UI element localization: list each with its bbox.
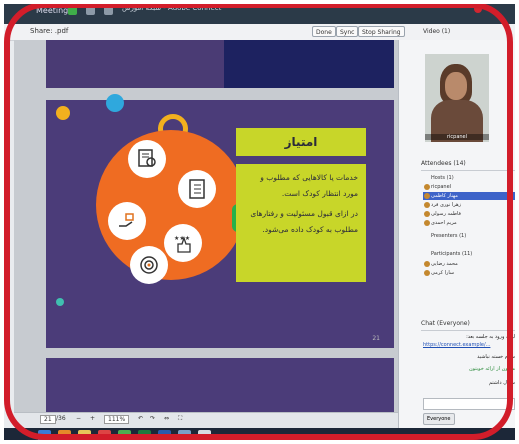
- rotate-right-icon[interactable]: ↷: [150, 415, 155, 422]
- chat-message: سلام خسته نباشید: [477, 354, 515, 360]
- close-window-icon[interactable]: [474, 5, 482, 13]
- app-window: Meeting شبکه آموزش - Adobe Connect Share…: [0, 0, 519, 444]
- right-panel: ricpanel Attendees (14) Hosts (1) ricpan…: [398, 40, 519, 428]
- page-number-field[interactable]: 21: [40, 415, 56, 424]
- previous-slide-fragment: [46, 40, 394, 88]
- decor-dot-teal: [56, 298, 64, 306]
- hosts-group[interactable]: Hosts (1): [423, 174, 515, 182]
- os-taskbar: [0, 428, 519, 444]
- fullscreen-icon[interactable]: ⛶: [178, 415, 182, 423]
- zoom-out-icon[interactable]: −: [76, 415, 81, 422]
- camera-icon[interactable]: [86, 6, 95, 15]
- browser-icon[interactable]: [58, 430, 71, 442]
- attendee-row[interactable]: مهناز کاظمی: [423, 192, 515, 200]
- slide-bullet-1: خدمات یا کالاهایی که مطلوب و مورد انتظار…: [260, 173, 358, 198]
- video-pod: ricpanel: [425, 54, 489, 142]
- presenters-group[interactable]: Presenters (1): [423, 232, 515, 240]
- sync-button[interactable]: Sync: [336, 26, 359, 37]
- chat-message: ممنون از ارائه خوبتون: [469, 366, 515, 372]
- app-titlebar: Meeting شبکه آموزش - Adobe Connect: [0, 0, 519, 24]
- shared-file-name: Share: .pdf: [30, 27, 69, 35]
- user-icon: [424, 202, 430, 208]
- checklist-icon: [178, 170, 216, 208]
- excel-icon[interactable]: [138, 430, 151, 442]
- chat-message: لینک ورود به جلسه بعد:: [466, 334, 515, 340]
- attendee-row[interactable]: مریم احمدی: [423, 219, 515, 227]
- decor-dot-cyan: [106, 94, 124, 112]
- share-toolbar: Share: .pdf Done Sync Stop Sharing Video…: [0, 24, 519, 41]
- presenter-face: [445, 72, 467, 100]
- rating-thumbs-up-icon: ★★★: [164, 224, 202, 262]
- zoom-level[interactable]: 111%: [104, 415, 130, 424]
- share-pod: ★★★ امتیاز خدمات یا کالاهایی که مطلوب و …: [14, 40, 398, 412]
- user-icon: [424, 184, 430, 190]
- target-icon: [130, 246, 168, 284]
- participants-group[interactable]: Participants (11): [423, 250, 515, 258]
- slide-page-number: 21: [372, 335, 380, 342]
- decor-dot-yellow: [56, 106, 70, 120]
- chat-header: Chat (Everyone): [421, 320, 517, 331]
- current-slide: ★★★ امتیاز خدمات یا کالاهایی که مطلوب و …: [46, 94, 394, 348]
- stop-sharing-button[interactable]: Stop Sharing: [358, 26, 405, 37]
- meeting-menu[interactable]: Meeting: [36, 6, 68, 15]
- chat-link[interactable]: https://connect.example/...: [423, 342, 515, 349]
- next-slide-fragment: [46, 358, 394, 412]
- svg-text:★★★: ★★★: [174, 235, 190, 242]
- user-icon: [424, 211, 430, 217]
- status-icon[interactable]: [104, 6, 113, 15]
- media-icon[interactable]: [98, 430, 111, 442]
- slide-bullet-2: در ازای قبول مسئولیت و رفتارهای مطلوب به…: [250, 209, 358, 234]
- user-icon: [424, 261, 430, 267]
- attendee-name: محمد رضایی: [431, 261, 458, 267]
- attendee-name: سارا کرمی: [431, 270, 455, 276]
- user-icon: [424, 193, 430, 199]
- attendee-row[interactable]: فاطمه رسولی: [423, 210, 515, 218]
- attendee-name: مریم احمدی: [431, 220, 457, 226]
- chat-message: سوال داشتم: [488, 380, 515, 386]
- video-pod-title: Video (1): [423, 28, 451, 35]
- host-row[interactable]: ricpanel: [423, 183, 515, 191]
- mic-icon[interactable]: [68, 6, 77, 15]
- certificate-icon: [128, 140, 166, 178]
- chat-send-to-button[interactable]: Everyone: [423, 413, 455, 425]
- app-icon[interactable]: [178, 430, 191, 442]
- connect-icon[interactable]: [198, 430, 211, 442]
- chrome-icon[interactable]: [118, 430, 131, 442]
- user-icon: [424, 270, 430, 276]
- page-total: /36: [56, 415, 66, 422]
- folder-icon[interactable]: [78, 430, 91, 442]
- start-icon[interactable]: [38, 430, 51, 442]
- host-name: ricpanel: [431, 184, 452, 190]
- user-icon: [424, 220, 430, 226]
- attendee-row[interactable]: سارا کرمی: [423, 269, 515, 277]
- hand-gift-icon: [108, 202, 146, 240]
- slide-title: امتیاز: [236, 128, 366, 156]
- attendee-name: زهرا نوری فرد: [431, 202, 462, 208]
- zoom-in-icon[interactable]: +: [90, 415, 95, 422]
- slide-content: خدمات یا کالاهایی که مطلوب و مورد انتظار…: [236, 164, 366, 282]
- attendee-row[interactable]: محمد رضایی: [423, 260, 515, 268]
- slide-navy-block: [224, 40, 394, 88]
- chat-input[interactable]: [423, 398, 515, 410]
- document-nav-bar: 21 /36 − + 111% ↶ ↷ ⇔ ⛶: [14, 412, 398, 429]
- done-button[interactable]: Done: [312, 26, 336, 37]
- attendee-name: مهناز کاظمی: [431, 193, 458, 199]
- rotate-left-icon[interactable]: ↶: [138, 415, 143, 422]
- attendees-header: Attendees (14): [421, 160, 517, 171]
- fit-width-icon[interactable]: ⇔: [164, 415, 169, 422]
- attendee-name: فاطمه رسولی: [431, 211, 461, 217]
- window-title: شبکه آموزش - Adobe Connect: [122, 4, 222, 12]
- attendee-row[interactable]: زهرا نوری فرد: [423, 201, 515, 209]
- video-presenter-name: ricpanel: [425, 134, 489, 140]
- word-icon[interactable]: [158, 430, 171, 442]
